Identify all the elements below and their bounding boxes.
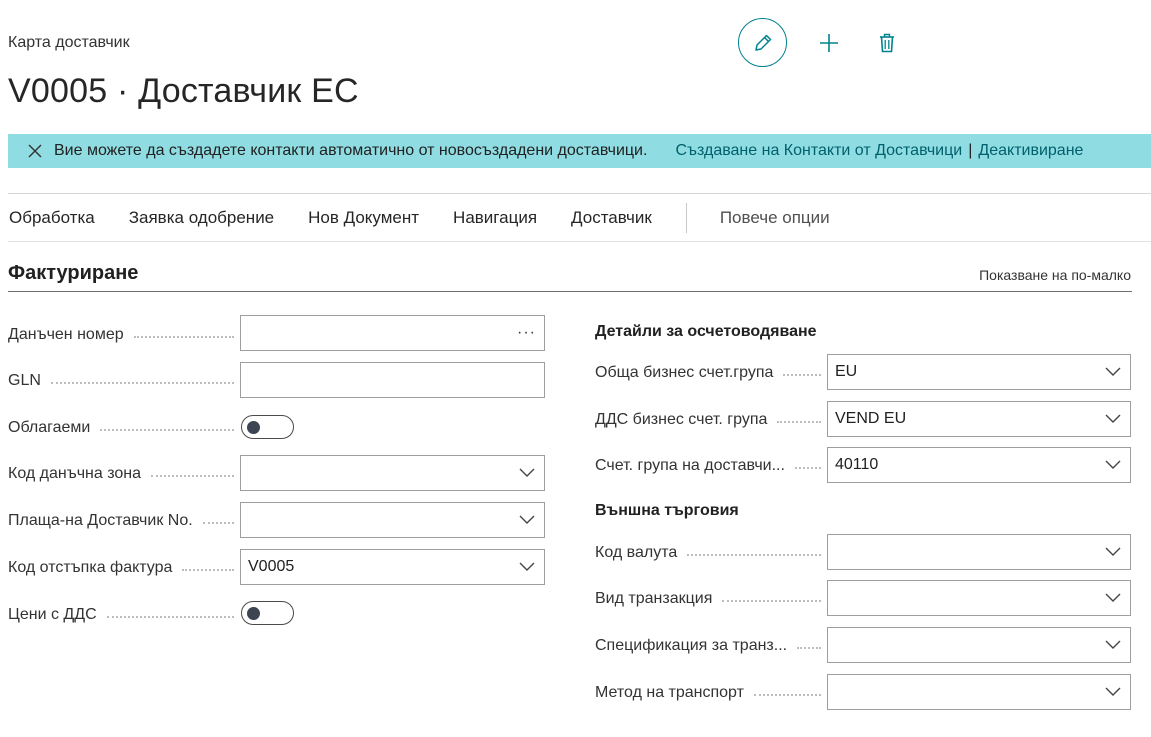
currency-code-select[interactable] <box>827 534 1131 570</box>
menu-item-navigate[interactable]: Навигация <box>453 208 537 228</box>
new-button[interactable] <box>809 23 849 63</box>
plus-icon <box>820 33 838 52</box>
currency-code-label: Код валута <box>595 542 821 564</box>
transaction-spec-select[interactable] <box>827 627 1131 663</box>
chevron-down-icon <box>1105 640 1121 649</box>
banner-message: Вие можете да създадете контакти автомат… <box>54 142 648 159</box>
prices-incl-vat-label: Цени с ДДС <box>8 604 234 626</box>
pay-to-vendor-label: Плаща-на Доставчик No. <box>8 510 234 532</box>
trash-icon <box>880 33 894 52</box>
tax-area-code-select[interactable] <box>240 455 545 491</box>
menu-item-new-document[interactable]: Нов Документ <box>308 208 419 228</box>
menu-item-request-approval[interactable]: Заявка одобрение <box>129 208 274 228</box>
divider <box>8 193 1151 194</box>
chevron-down-icon <box>1105 687 1121 696</box>
menu-item-processing[interactable]: Обработка <box>9 208 95 228</box>
chevron-down-icon <box>1105 414 1121 423</box>
action-menu: Обработка Заявка одобрение Нов Документ … <box>9 195 864 241</box>
pay-to-vendor-select[interactable] <box>240 502 545 538</box>
transaction-spec-label: Спецификация за транз... <box>595 635 821 657</box>
breadcrumb: Карта доставчик <box>8 34 130 51</box>
transport-method-select[interactable] <box>827 674 1131 710</box>
gln-field[interactable] <box>240 362 545 398</box>
delete-button[interactable] <box>867 23 907 63</box>
chevron-down-icon <box>1105 593 1121 602</box>
section-title: Фактуриране <box>8 262 139 284</box>
gen-bus-posting-group-select[interactable]: EU <box>827 354 1131 390</box>
vat-number-field[interactable]: ··· <box>240 315 545 351</box>
section-divider <box>8 291 1132 292</box>
gen-bus-posting-group-label: Обща бизнес счет.група <box>595 362 821 384</box>
tax-area-code-label: Код данъчна зона <box>8 463 234 485</box>
pencil-icon <box>754 34 771 51</box>
create-contacts-link[interactable]: Създаване на Контакти от Доставчици <box>675 142 962 160</box>
banner-close-button[interactable] <box>18 134 52 168</box>
posting-details-heading: Детайли за осчетоводяване <box>595 323 817 340</box>
transaction-type-label: Вид транзакция <box>595 588 821 610</box>
divider <box>8 241 1151 242</box>
notification-banner: Вие можете да създадете контакти автомат… <box>8 134 1151 168</box>
invoice-disc-code-select[interactable]: V0005 <box>240 549 545 585</box>
foreign-trade-heading: Външна търговия <box>595 502 739 519</box>
menu-separator <box>685 203 687 233</box>
prices-incl-vat-toggle[interactable] <box>241 601 294 625</box>
chevron-down-icon <box>1105 460 1121 469</box>
taxable-label: Облагаеми <box>8 417 234 439</box>
close-icon <box>28 144 42 158</box>
edit-button[interactable] <box>738 18 787 67</box>
show-less-link[interactable]: Показване на по-малко <box>979 267 1131 283</box>
vat-bus-posting-group-label: ДДС бизнес счет. група <box>595 409 821 431</box>
page-title: V0005 · Доставчик ЕС <box>8 72 359 110</box>
taxable-toggle[interactable] <box>241 415 294 439</box>
chevron-down-icon <box>1105 547 1121 556</box>
menu-item-vendor[interactable]: Доставчик <box>571 208 652 228</box>
chevron-down-icon <box>519 515 535 524</box>
vat-bus-posting-group-select[interactable]: VEND EU <box>827 401 1131 437</box>
gln-label: GLN <box>8 370 234 392</box>
vendor-posting-group-label: Счет. група на доставчи... <box>595 455 821 477</box>
lookup-button[interactable]: ··· <box>517 324 536 342</box>
vendor-posting-group-select[interactable]: 40110 <box>827 447 1131 483</box>
top-actions <box>738 18 907 67</box>
chevron-down-icon <box>519 562 535 571</box>
vat-number-label: Данъчен номер <box>8 324 234 346</box>
chevron-down-icon <box>1105 367 1121 376</box>
more-options-button[interactable]: Повече опции <box>720 208 830 228</box>
transaction-type-select[interactable] <box>827 580 1131 616</box>
transport-method-label: Метод на транспорт <box>595 682 821 704</box>
banner-separator: | <box>968 142 973 159</box>
chevron-down-icon <box>519 468 535 477</box>
deactivate-link[interactable]: Деактивиране <box>978 142 1083 160</box>
invoice-disc-code-label: Код отстъпка фактура <box>8 557 234 579</box>
